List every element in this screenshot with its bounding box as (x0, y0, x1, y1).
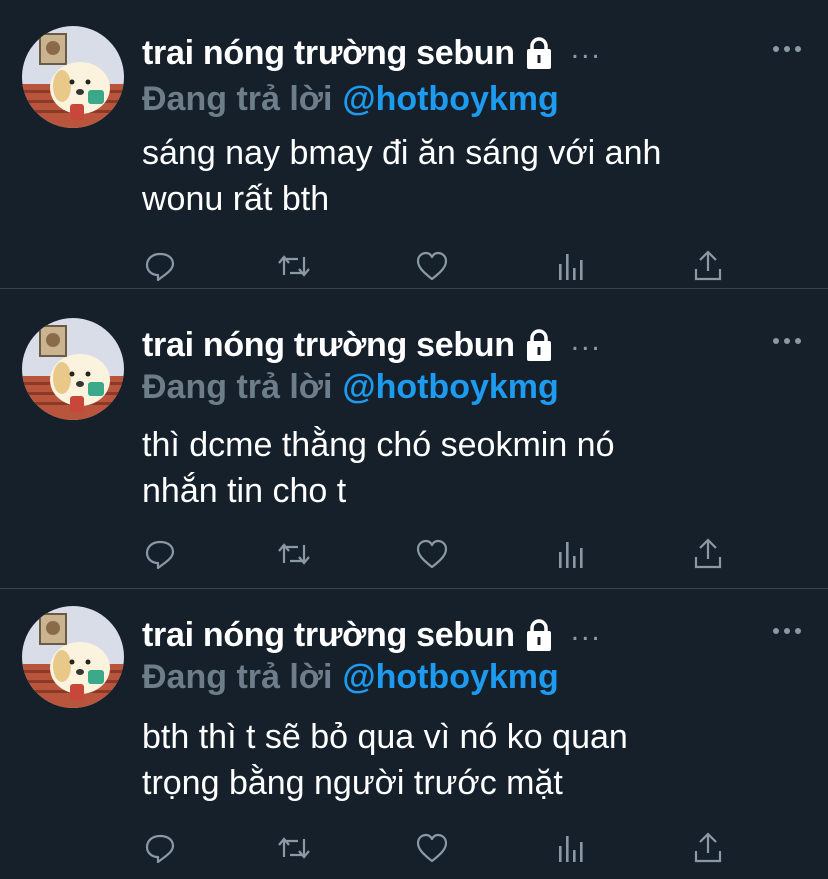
replying-to-label: Đang trả lời (142, 368, 333, 406)
heart-icon[interactable] (414, 536, 450, 572)
analytics-icon[interactable] (552, 248, 588, 284)
reply-icon[interactable] (142, 536, 178, 572)
tweet-text-line: trọng bằng người trước mặt (142, 764, 563, 802)
retweet-icon[interactable] (276, 830, 312, 866)
avatar[interactable] (22, 26, 124, 128)
tweet-header: trai nóng trường sebun ... (142, 30, 602, 76)
display-name[interactable]: trai nóng trường sebun (142, 616, 515, 655)
display-name[interactable]: trai nóng trường sebun (142, 34, 515, 73)
tweet-text-line: thì dcme thằng chó seokmin nó (142, 426, 615, 464)
share-icon[interactable] (690, 830, 726, 866)
tweet-text-line: nhắn tin cho t (142, 472, 347, 510)
replying-to-label: Đang trả lời (142, 80, 333, 118)
heart-icon[interactable] (414, 248, 450, 284)
tweet-text: sáng nay bmay đi ăn sáng với anh wonu rấ… (142, 130, 792, 222)
reply-icon[interactable] (142, 830, 178, 866)
tweet-actions (142, 536, 732, 576)
reply-handle-link[interactable]: @hotboykmg (342, 658, 558, 696)
analytics-icon[interactable] (552, 536, 588, 572)
tweet[interactable]: trai nóng trường sebun ... Đang trả lời @… (0, 0, 828, 289)
tweet-text-line: wonu rất bth (142, 180, 330, 218)
lock-icon (521, 617, 557, 653)
share-icon[interactable] (690, 248, 726, 284)
tweet-feed: trai nóng trường sebun ... Đang trả lời @… (0, 0, 828, 874)
more-dots-icon[interactable] (772, 36, 802, 62)
replying-to: Đang trả lời @hotboykmg (142, 658, 559, 697)
tweet-text-line: sáng nay bmay đi ăn sáng với anh (142, 134, 662, 172)
retweet-icon[interactable] (276, 536, 312, 572)
tweet-header: trai nóng trường sebun ... (142, 322, 602, 368)
tweet-text: bth thì t sẽ bỏ qua vì nó ko quan trọng … (142, 714, 792, 806)
tweet-text-line: bth thì t sẽ bỏ qua vì nó ko quan (142, 718, 628, 756)
tweet[interactable]: trai nóng trường sebun ... Đang trả lời @… (0, 590, 828, 879)
more-dots-icon[interactable] (772, 328, 802, 354)
reply-handle-link[interactable]: @hotboykmg (342, 368, 558, 406)
tweet-actions (142, 830, 732, 870)
tweet-header: trai nóng trường sebun ... (142, 612, 602, 658)
more-dots-icon[interactable] (772, 618, 802, 644)
avatar-image (22, 26, 124, 128)
avatar-image (22, 606, 124, 708)
reply-handle-link[interactable]: @hotboykmg (342, 80, 558, 118)
heart-icon[interactable] (414, 830, 450, 866)
display-name[interactable]: trai nóng trường sebun (142, 326, 515, 365)
share-icon[interactable] (690, 536, 726, 572)
tweet-text: thì dcme thằng chó seokmin nó nhắn tin c… (142, 422, 792, 514)
tweet-actions (142, 248, 732, 288)
avatar[interactable] (22, 606, 124, 708)
handle-ellipsis: ... (570, 32, 602, 65)
analytics-icon[interactable] (552, 830, 588, 866)
retweet-icon[interactable] (276, 248, 312, 284)
reply-icon[interactable] (142, 248, 178, 284)
handle-ellipsis: ... (570, 614, 602, 647)
lock-icon (521, 35, 557, 71)
replying-to-label: Đang trả lời (142, 658, 333, 696)
handle-ellipsis: ... (570, 324, 602, 357)
avatar-image (22, 318, 124, 420)
lock-icon (521, 327, 557, 363)
avatar[interactable] (22, 318, 124, 420)
tweet[interactable]: trai nóng trường sebun ... Đang trả lời @… (0, 300, 828, 589)
replying-to: Đang trả lời @hotboykmg (142, 368, 559, 407)
replying-to: Đang trả lời @hotboykmg (142, 80, 559, 119)
